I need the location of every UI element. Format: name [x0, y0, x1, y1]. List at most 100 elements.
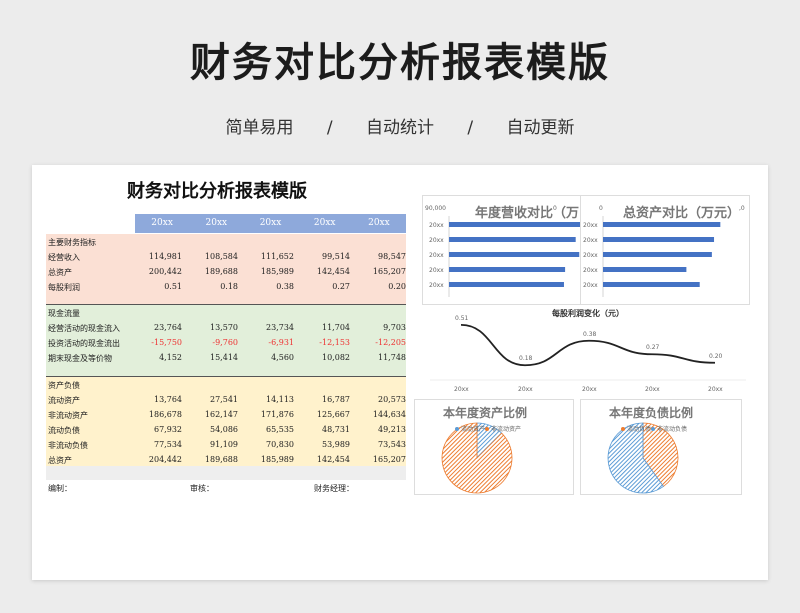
category-label: 20xx [429, 267, 444, 274]
table-cell: -12,153 [319, 338, 350, 347]
subtitle-sep-1: / [326, 118, 333, 138]
table-cell: -6,931 [268, 338, 294, 347]
row-label: 经营活动的现金流入 [48, 324, 120, 333]
category-label: 20xx [429, 237, 444, 244]
table-cell: 70,830 [266, 440, 294, 449]
eps-line-chart: 每股利润变化（元） 0.51 20xx 0.18 20xx 0.38 20xx 0.27 20… [430, 305, 746, 395]
eps-line: 0.51 20xx 0.18 20xx 0.38 20xx 0.27 20xx 0.20 20xx [430, 315, 746, 393]
table-cell: 11,748 [378, 353, 406, 362]
row-label: 流动资产 [48, 396, 80, 405]
section-title: 主要财务指标 [48, 238, 96, 247]
table-cell: 16,787 [322, 395, 350, 404]
asset-pie: 流动资产 非流动资产 [441, 422, 521, 494]
table-cell: 10,082 [322, 353, 350, 362]
legend-label: 流动资产 [461, 425, 485, 433]
table-cell: 0.27 [332, 282, 350, 291]
table-cell: 185,989 [260, 455, 294, 464]
row-label: 流动负债 [48, 426, 80, 435]
table-row: 经营收入 114,981 108,584 111,652 99,514 98,547 [46, 250, 406, 265]
table-cell: 23,764 [154, 323, 182, 332]
liability-pie: 流动负债 非流动负债 [607, 422, 687, 494]
table-cell: 165,207 [372, 455, 406, 464]
legend-marker [485, 427, 489, 431]
bar [603, 267, 687, 272]
table-row: 非流动负债 77,534 91,109 70,830 53,989 73,543 [46, 438, 406, 453]
category-label: 20xx [583, 237, 598, 244]
table-cell: 49,213 [378, 425, 406, 434]
table-row: 流动资产 13,764 27,541 14,113 16,787 20,573 [46, 393, 406, 408]
category-label: 20xx [645, 386, 660, 393]
row-label: 期末现金及等价物 [48, 354, 112, 363]
table-cell: 200,442 [148, 267, 182, 276]
table-row: 总资产 200,442 189,688 185,989 142,454 165,207 [46, 265, 406, 280]
table-row: 非流动资产 186,678 162,147 171,876 125,667 144,634 [46, 408, 406, 423]
bar [449, 282, 564, 287]
year-header: 20xx [151, 218, 173, 228]
table-cell: 91,109 [210, 440, 238, 449]
bar [449, 267, 566, 272]
total-assets-bars: 0 ,0 20xx 20xx 20xx 20xx 20xx [583, 205, 745, 297]
table-cell: 20,573 [378, 395, 406, 404]
table-cell: 125,667 [316, 410, 350, 419]
data-label: 0.27 [646, 344, 660, 351]
category-label: 20xx [518, 386, 533, 393]
tick-label: 0 [599, 205, 603, 212]
table-cell: 142,454 [316, 267, 350, 276]
year-header-row: 20xx 20xx 20xx 20xx 20xx [135, 214, 406, 233]
table-cell: 23,734 [266, 323, 294, 332]
bar [449, 237, 576, 242]
table-cell: 111,652 [260, 252, 294, 261]
table-cell: 53,989 [322, 440, 350, 449]
category-label: 20xx [582, 386, 597, 393]
table-cell: 114,981 [148, 252, 182, 261]
table-bottom-strip [46, 466, 406, 480]
hero-title: 财务对比分析报表模版 [190, 40, 610, 86]
asset-ratio-pie-chart: 本年度资产比例 流动资产 非流动资产 [414, 399, 574, 495]
footer-manager: 财务经理： [314, 484, 354, 493]
table-cell: -15,750 [151, 338, 182, 347]
row-label: 非流动负债 [48, 441, 88, 450]
legend-marker [455, 427, 459, 431]
legend-label: 流动负债 [627, 425, 651, 433]
data-label: 0.51 [455, 315, 469, 322]
table-cell: 0.38 [276, 282, 294, 291]
category-label: 20xx [429, 222, 444, 229]
tick-label: 0 [553, 205, 557, 212]
table-cell: 67,932 [154, 425, 182, 434]
bar [449, 222, 584, 227]
table-cell: 0.51 [164, 282, 182, 291]
category-label: 20xx [583, 252, 598, 259]
bar [603, 282, 700, 287]
table-cell: 11,704 [322, 323, 350, 332]
table-cell: 0.18 [220, 282, 238, 291]
table-cell: 99,514 [322, 252, 350, 261]
table-cell: 185,989 [260, 267, 294, 276]
year-header: 20xx [259, 218, 282, 228]
table-cell: 189,688 [204, 455, 238, 464]
table-cell: 162,147 [204, 410, 238, 419]
footer-editor: 编制： [48, 484, 72, 493]
revenue-bars: 90,000 0 20xx 20xx 20xx 20xx 20xx [425, 205, 584, 297]
subtitle-easy: 简单易用 [225, 118, 294, 138]
bar [603, 252, 712, 257]
category-label: 20xx [708, 386, 723, 393]
data-label: 0.18 [519, 355, 533, 362]
sheet-title: 财务对比分析报表模版 [127, 181, 307, 202]
year-header: 20xx [313, 218, 336, 228]
table-row: 投资活动的现金流出 -15,750 -9,760 -6,931 -12,153 -12,2… [46, 336, 406, 351]
table-cell: 54,086 [210, 425, 238, 434]
table-cell: -9,760 [212, 338, 238, 347]
row-label: 经营收入 [48, 253, 80, 262]
data-label: 0.20 [709, 353, 723, 360]
legend-marker [651, 427, 655, 431]
data-label: 0.38 [583, 331, 597, 338]
table-cell: 142,454 [316, 455, 350, 464]
section-title: 现金流量 [48, 309, 80, 318]
table-cell: 4,152 [159, 353, 182, 362]
table-cell: 65,535 [266, 425, 294, 434]
tick-label: 90,000 [425, 205, 446, 212]
table-cell: 13,570 [210, 323, 238, 332]
tick-label: ,0 [739, 205, 745, 212]
row-label: 总资产 [48, 268, 72, 277]
subtitle: 简单易用 / 自动统计 / 自动更新 [0, 113, 800, 138]
